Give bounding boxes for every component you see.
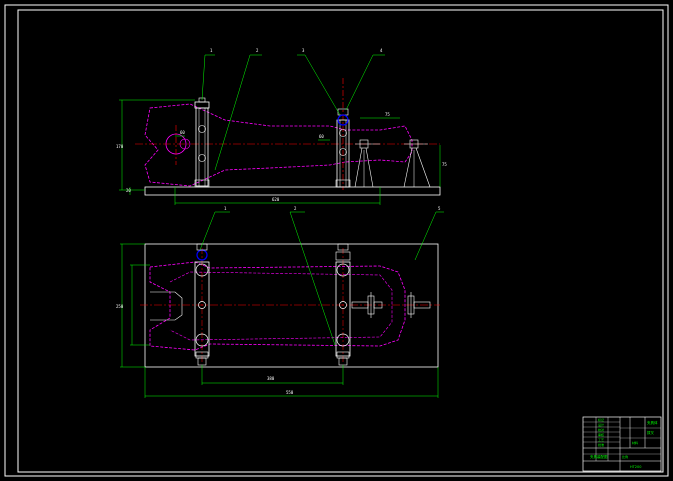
dim-plan-span: 380 xyxy=(267,376,275,381)
tb-row-6: 批准 xyxy=(598,442,604,447)
balloon-2-top: 2 xyxy=(256,48,259,53)
tb-row-5: 工艺 xyxy=(598,437,604,442)
dim-base-thickness: 20 xyxy=(126,188,131,193)
dim-overall-height: 170 xyxy=(116,144,124,149)
tb-drawing-title: 夹具装配图 xyxy=(590,454,608,459)
outer-frame xyxy=(4,4,669,477)
support-stand-1 xyxy=(354,139,380,188)
balloon-4-top: 4 xyxy=(380,48,383,53)
dim-bore: 60 xyxy=(180,130,185,135)
dim-support-width: 75 xyxy=(385,112,390,117)
dim-overall-length: 620 xyxy=(272,197,280,202)
bottom-view: 1 2 5 250 380 550 xyxy=(116,206,444,398)
balloon-3-top: 3 xyxy=(302,48,305,53)
balloon-5-bottom: 5 xyxy=(438,206,441,211)
tb-row-4: 审核 xyxy=(598,432,604,437)
balloon-2-bottom: 2 xyxy=(294,206,297,211)
tb-row-3: 校对 xyxy=(598,427,604,432)
left-clamp-column xyxy=(195,107,209,187)
base-plate xyxy=(144,186,441,196)
cad-drawing: 1 2 3 4 170 20 620 60 60 75 75 1 2 5 250… xyxy=(4,4,669,477)
workpiece-outline xyxy=(144,103,413,187)
dim-plan-length: 550 xyxy=(286,390,294,395)
tb-row-1: 标记 xyxy=(598,417,604,422)
support-stand-2 xyxy=(403,139,431,188)
balloon-1-top: 1 xyxy=(210,48,213,53)
fixture-base-plan xyxy=(144,243,439,368)
dim-bar: 60 xyxy=(319,134,324,139)
tb-material: HT200 xyxy=(630,465,641,469)
balloon-1-bottom: 1 xyxy=(224,206,227,211)
top-view: 1 2 3 4 170 20 620 60 60 75 75 xyxy=(116,48,447,205)
tb-right-4: 比例 xyxy=(622,454,628,459)
tb-row-2: 设计 xyxy=(598,422,604,427)
tb-right-2: 拨叉 xyxy=(647,430,655,435)
dim-plan-width: 250 xyxy=(116,304,124,309)
tb-right-3: 材料 xyxy=(632,440,638,445)
dim-support-height: 75 xyxy=(442,162,447,167)
top-view-dimensions xyxy=(119,54,441,205)
workpiece-plan-outline xyxy=(149,261,406,351)
tb-right-1: 夹具体 xyxy=(647,420,658,425)
title-block: 标记 设计 校对 审核 工艺 批准 夹具体 拨叉 材料 比例 夹具装配图 HT2… xyxy=(582,416,662,472)
inner-frame xyxy=(17,9,664,473)
